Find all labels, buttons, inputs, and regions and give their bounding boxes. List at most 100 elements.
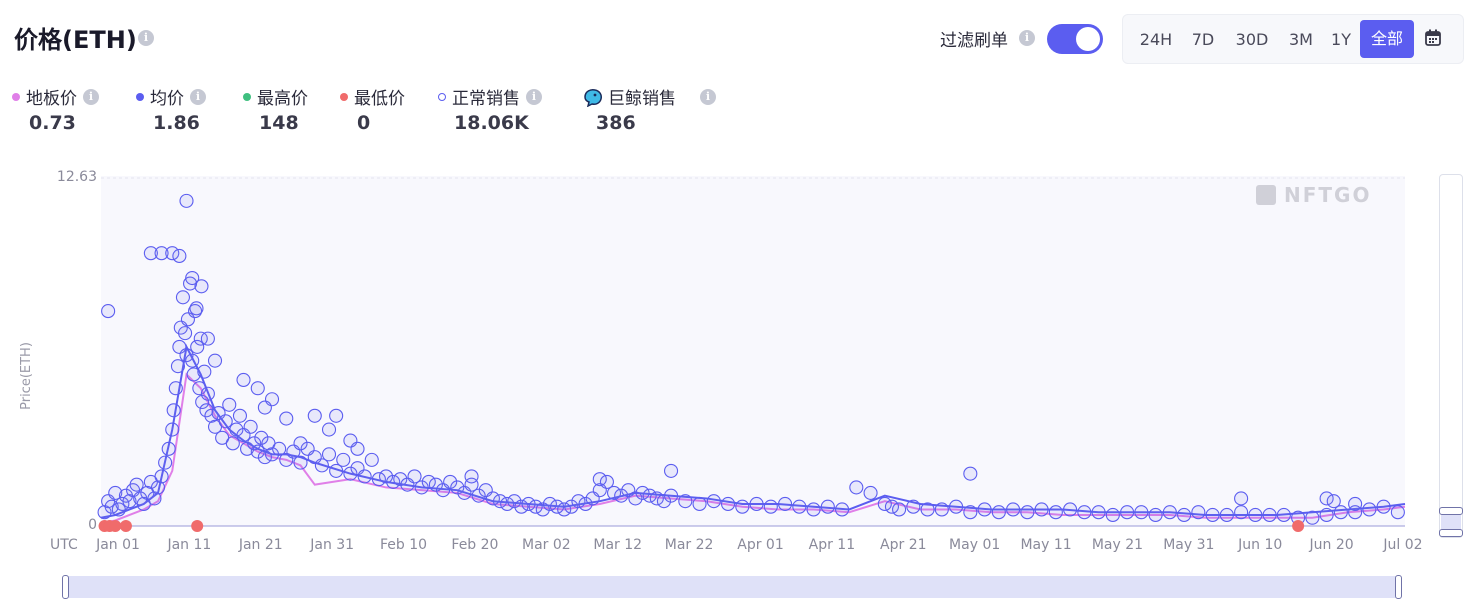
- sale-point[interactable]: [279, 411, 294, 426]
- sale-point[interactable]: [721, 496, 736, 512]
- sale-point[interactable]: [1362, 502, 1377, 517]
- sale-point[interactable]: [678, 494, 693, 509]
- sale-point[interactable]: [778, 496, 793, 512]
- sale-point[interactable]: [161, 441, 176, 456]
- sale-point[interactable]: [592, 472, 607, 487]
- sale-point[interactable]: [168, 381, 183, 396]
- sale-point[interactable]: [949, 499, 964, 514]
- sale-point[interactable]: [792, 499, 807, 514]
- sale-point[interactable]: [735, 499, 750, 514]
- sale-point[interactable]: [1348, 496, 1363, 512]
- sale-point[interactable]: [1148, 507, 1163, 523]
- sale-point[interactable]: [464, 469, 479, 484]
- sale-point[interactable]: [1077, 505, 1092, 520]
- sale-point[interactable]: [179, 193, 194, 208]
- sale-point[interactable]: [820, 499, 835, 514]
- sale-point[interactable]: [172, 248, 187, 264]
- sale-point[interactable]: [892, 502, 907, 517]
- sale-point[interactable]: [934, 502, 949, 517]
- sale-point[interactable]: [364, 452, 379, 467]
- sale-point[interactable]: [200, 386, 215, 401]
- sale-point[interactable]: [293, 436, 308, 451]
- sale-point[interactable]: [207, 353, 223, 368]
- sale-point[interactable]: [1319, 507, 1334, 523]
- lowest-price-point[interactable]: [1292, 520, 1305, 532]
- sale-point[interactable]: [1305, 510, 1320, 525]
- sale-point[interactable]: [806, 502, 821, 517]
- sale-point[interactable]: [706, 494, 721, 509]
- sale-point[interactable]: [1205, 507, 1220, 523]
- sale-point[interactable]: [835, 502, 850, 517]
- sale-point[interactable]: [977, 502, 992, 517]
- sale-point[interactable]: [749, 496, 764, 512]
- sale-point[interactable]: [336, 452, 351, 467]
- sale-point[interactable]: [357, 469, 372, 484]
- sale-point[interactable]: [154, 469, 169, 484]
- sale-point[interactable]: [194, 279, 209, 294]
- sale-point[interactable]: [185, 353, 200, 368]
- sale-point[interactable]: [175, 290, 190, 305]
- sale-point[interactable]: [1120, 505, 1135, 520]
- zoom-handle-left[interactable]: [62, 575, 69, 599]
- sale-point[interactable]: [170, 359, 186, 374]
- sale-point[interactable]: [963, 466, 978, 481]
- sale-point[interactable]: [1234, 505, 1249, 520]
- sale-point[interactable]: [906, 499, 921, 514]
- sale-point[interactable]: [1191, 505, 1206, 520]
- vertical-zoom-slider[interactable]: [1439, 174, 1463, 538]
- sale-point[interactable]: [664, 488, 679, 503]
- sale-point[interactable]: [200, 331, 215, 346]
- sale-point[interactable]: [664, 463, 679, 478]
- zoom-handle-right[interactable]: [1395, 575, 1402, 599]
- sale-point[interactable]: [1376, 499, 1391, 514]
- sale-point[interactable]: [1248, 507, 1263, 523]
- sale-point[interactable]: [101, 304, 116, 319]
- sale-point[interactable]: [1034, 502, 1049, 517]
- sale-point[interactable]: [350, 441, 365, 456]
- lowest-price-point[interactable]: [119, 520, 132, 532]
- sale-point[interactable]: [218, 414, 233, 429]
- sale-point[interactable]: [236, 372, 251, 388]
- sale-point[interactable]: [225, 436, 240, 451]
- sale-point[interactable]: [1219, 507, 1234, 523]
- sale-point[interactable]: [166, 403, 181, 418]
- sale-point[interactable]: [1063, 502, 1078, 517]
- sale-point[interactable]: [307, 408, 322, 423]
- sale-point[interactable]: [1134, 505, 1149, 520]
- lowest-price-point[interactable]: [109, 520, 122, 532]
- sale-point[interactable]: [264, 392, 280, 407]
- sale-point[interactable]: [189, 301, 204, 316]
- sale-point[interactable]: [232, 408, 248, 423]
- sale-point[interactable]: [1105, 507, 1120, 523]
- sale-point[interactable]: [321, 447, 337, 462]
- sale-point[interactable]: [1234, 491, 1249, 506]
- sale-point[interactable]: [849, 480, 864, 495]
- sale-point[interactable]: [1326, 494, 1341, 509]
- sale-point[interactable]: [1390, 505, 1405, 520]
- zoom-handle-top[interactable]: [1439, 507, 1463, 515]
- sale-point[interactable]: [158, 455, 173, 470]
- sale-point[interactable]: [920, 502, 935, 517]
- sale-point[interactable]: [197, 364, 212, 379]
- sale-point[interactable]: [178, 326, 193, 341]
- sale-point[interactable]: [293, 455, 308, 470]
- sale-point[interactable]: [963, 505, 978, 520]
- sale-point[interactable]: [1177, 507, 1192, 523]
- sale-point[interactable]: [1162, 505, 1177, 520]
- sale-point[interactable]: [1262, 507, 1277, 523]
- horizontal-zoom-slider[interactable]: [62, 575, 1402, 599]
- sale-point[interactable]: [1091, 505, 1106, 520]
- sale-point[interactable]: [165, 422, 180, 437]
- sale-point[interactable]: [250, 381, 265, 396]
- sale-point[interactable]: [243, 419, 258, 434]
- sale-point[interactable]: [991, 505, 1006, 520]
- sale-point[interactable]: [222, 397, 237, 412]
- sale-point[interactable]: [1048, 505, 1063, 520]
- lowest-price-point[interactable]: [191, 520, 204, 532]
- sale-point[interactable]: [1276, 507, 1291, 523]
- sale-point[interactable]: [1020, 505, 1035, 520]
- sale-point[interactable]: [329, 408, 344, 423]
- sale-point[interactable]: [863, 485, 878, 500]
- sale-point[interactable]: [321, 422, 337, 437]
- sale-point[interactable]: [692, 496, 707, 512]
